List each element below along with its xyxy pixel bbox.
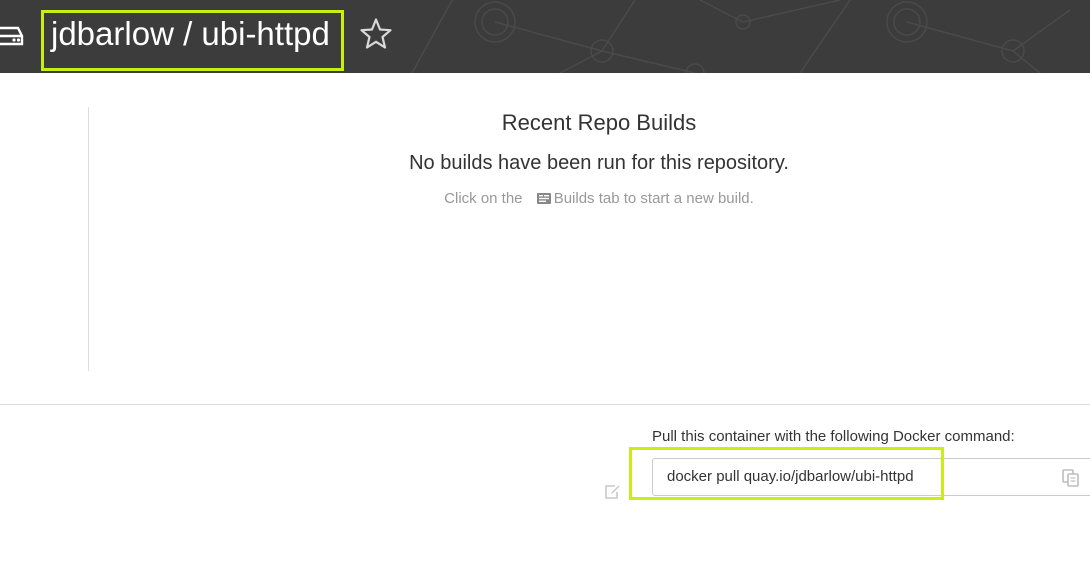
copy-icon[interactable] [1062,469,1080,487]
star-icon[interactable] [358,16,394,52]
content-left-rule [88,107,89,371]
builds-tab-link[interactable]: Builds tab to start a new build. [527,190,754,207]
section-divider [0,404,1090,405]
builds-hint: Click on the Builds tab to start a new b… [0,189,1090,209]
pull-command-label: Pull this container with the following D… [652,428,1015,445]
recent-builds-title: Recent Repo Builds [501,110,697,135]
builds-tab-icon [536,193,551,204]
builds-hint-suffix: Builds tab to start a new build. [553,190,754,207]
pull-command-text[interactable]: docker pull quay.io/jdbarlow/ubi-httpd [667,467,914,487]
builds-hint-prefix: Click on the [444,190,523,207]
no-builds-message: No builds have been run for this reposit… [409,152,789,174]
repository-icon [0,26,24,46]
repo-title: jdbarlow / ubi-httpd [51,15,330,52]
repo-header: jdbarlow / ubi-httpd [0,0,1090,73]
edit-icon[interactable] [604,484,620,500]
